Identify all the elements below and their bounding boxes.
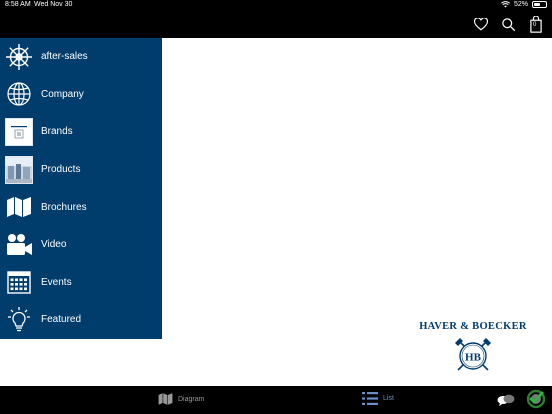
sidebar-item-label: after-sales [41, 51, 88, 63]
sidebar-item-label: Company [41, 88, 84, 100]
status-date: Wed Nov 30 [34, 1, 73, 8]
brands-thumbnail [5, 117, 33, 146]
chat-bubbles-icon[interactable] [497, 393, 515, 407]
sidebar-menu: after-sales Company Brands Products Broc… [0, 38, 162, 339]
lightbulb-icon [5, 306, 33, 334]
tab-list[interactable]: List [362, 392, 394, 405]
battery-percent: 52% [513, 1, 528, 8]
logo-monogram: HB [465, 352, 482, 364]
list-icon [362, 392, 378, 405]
tab-diagram[interactable]: Diagram [158, 392, 204, 406]
favorites-button[interactable] [471, 14, 491, 34]
status-bar: 8:58 AM Wed Nov 30 52% [0, 0, 552, 11]
battery-icon [532, 1, 547, 8]
logo-text: HAVER & BOECKER [419, 321, 527, 332]
tab-label: Diagram [178, 395, 205, 403]
haver-boecker-logo: HAVER & BOECKER HB [410, 318, 536, 378]
top-toolbar: 0 [0, 11, 552, 38]
search-icon [501, 17, 515, 31]
sidebar-item-after-sales[interactable]: after-sales [0, 38, 162, 76]
sidebar-item-featured[interactable]: Featured [0, 301, 162, 339]
logo-seal-icon: HB [455, 338, 491, 371]
globe-icon [5, 80, 33, 108]
bottom-tab-bar: Diagram List [0, 386, 552, 414]
sidebar-item-video[interactable]: Video [0, 226, 162, 264]
sidebar-item-label: Brands [41, 126, 73, 138]
sidebar-item-label: Events [41, 276, 72, 288]
sidebar-item-label: Brochures [41, 201, 87, 213]
status-time: 8:58 AM [5, 1, 31, 8]
sidebar-item-products[interactable]: Products [0, 151, 162, 189]
brands-thumbnail-image [5, 117, 33, 146]
sidebar-item-label: Featured [41, 314, 82, 326]
video-camera-icon [5, 231, 33, 259]
sidebar-item-events[interactable]: Events [0, 264, 162, 302]
tab-label: List [383, 395, 394, 402]
cart-count: 0 [533, 22, 537, 28]
status-right: 52% [501, 1, 547, 8]
map-icon [5, 193, 33, 221]
sidebar-item-company[interactable]: Company [0, 76, 162, 114]
sidebar-item-label: Products [41, 164, 81, 176]
main-content: after-sales Company Brands Products Broc… [0, 38, 552, 386]
ships-wheel-icon [5, 43, 33, 71]
search-button[interactable] [498, 14, 518, 34]
map-icon [158, 393, 173, 405]
sync-check-icon[interactable] [526, 389, 546, 409]
cart-button[interactable]: 0 [526, 14, 546, 34]
products-thumbnail [5, 155, 33, 184]
wifi-icon [501, 1, 510, 8]
calendar-icon [5, 268, 33, 296]
sidebar-item-brands[interactable]: Brands [0, 113, 162, 151]
sidebar-item-brochures[interactable]: Brochures [0, 188, 162, 226]
battery-fill [534, 3, 540, 6]
heart-icon [474, 17, 488, 30]
sidebar-item-label: Video [41, 239, 67, 251]
products-thumbnail-image [5, 155, 33, 184]
